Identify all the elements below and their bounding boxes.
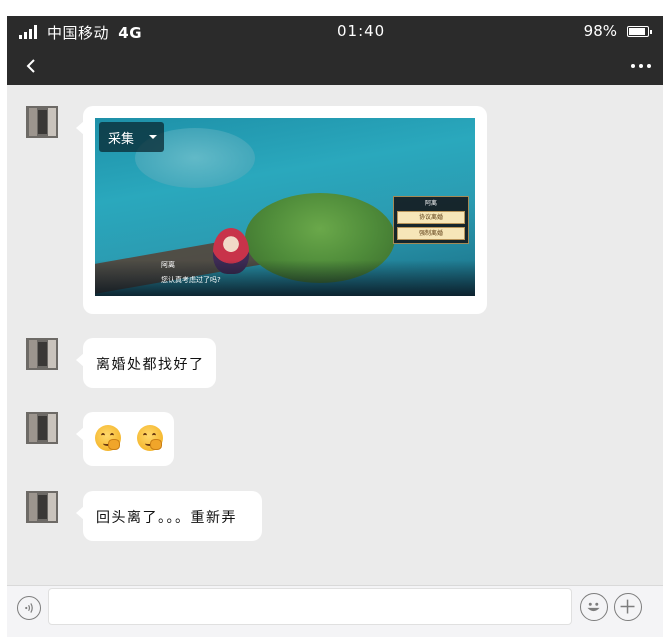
emoji-icon[interactable]: [580, 593, 608, 621]
emoji-message-bubble[interactable]: [76, 412, 174, 466]
avatar[interactable]: [26, 338, 58, 370]
battery-percentage: 98%: [583, 22, 617, 40]
voice-icon[interactable]: [17, 596, 41, 620]
network-type: 4G: [118, 24, 143, 42]
thinking-face-icon: [95, 425, 121, 451]
image-message-bubble[interactable]: 采集 阿离 协议离婚 强制离婚 阿离 您认真考虑过了吗?: [76, 106, 487, 314]
chevron-left-icon[interactable]: [23, 57, 41, 75]
game-dialog: 阿离 协议离婚 强制离婚: [393, 196, 469, 244]
navigation-bar: [7, 47, 663, 85]
text-message-bubble[interactable]: 回头离了。。。重新弄: [76, 491, 262, 541]
npc-name: 阿离: [161, 261, 175, 269]
npc-line: 您认真考虑过了吗?: [161, 276, 221, 284]
battery-icon: [627, 26, 652, 37]
status-bar: 中国移动 4G 01:40 98%: [7, 16, 663, 47]
avatar[interactable]: [26, 491, 58, 523]
clock: 01:40: [337, 22, 386, 40]
signal-icon: [19, 25, 39, 39]
dialog-option: 协议离婚: [397, 211, 465, 224]
avatar[interactable]: [26, 412, 58, 444]
carrier-name: 中国移动: [47, 24, 110, 42]
collect-button: 采集: [99, 122, 164, 152]
avatar[interactable]: [26, 106, 58, 138]
message-text: 离婚处都找好了: [96, 357, 205, 373]
thinking-face-icon: [137, 425, 163, 451]
more-dots-icon[interactable]: [631, 64, 651, 69]
dropdown-arrow-icon: [149, 135, 157, 139]
game-screenshot-image[interactable]: 采集 阿离 协议离婚 强制离婚 阿离 您认真考虑过了吗?: [95, 118, 475, 296]
message-text: 回头离了。。。重新弄: [96, 510, 237, 526]
game-subtitle-bar: [95, 260, 475, 296]
plus-icon[interactable]: [614, 593, 642, 621]
dialog-option: 强制离婚: [397, 227, 465, 240]
text-message-bubble[interactable]: 离婚处都找好了: [76, 338, 216, 388]
input-bar: [7, 585, 663, 637]
chat-screen: 中国移动 4G 01:40 98% 采集 阿离 协议离婚 强制离婚 阿离 您认真…: [7, 16, 663, 637]
message-input[interactable]: [48, 588, 572, 625]
